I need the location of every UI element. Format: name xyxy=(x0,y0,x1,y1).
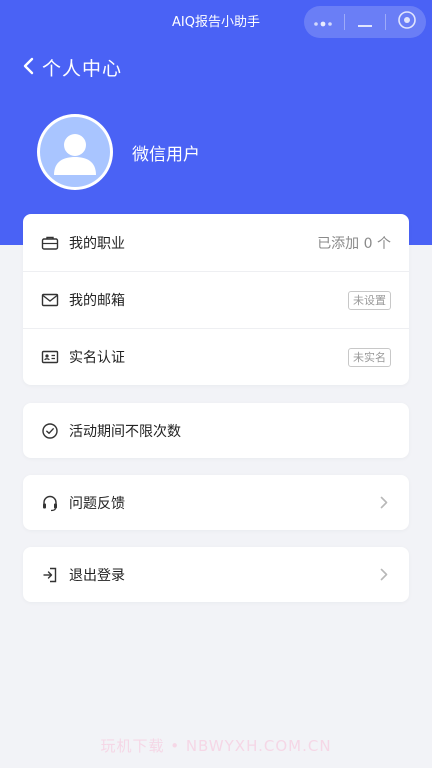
list-item-label: 我的职业 xyxy=(69,235,125,252)
info-card: 我的职业 已添加 0 个 我的邮箱 未设置 实名认证 未实名 xyxy=(23,214,409,385)
list-item-logout[interactable]: 退出登录 xyxy=(23,547,409,602)
list-item-email[interactable]: 我的邮箱 未设置 xyxy=(23,271,409,328)
back-navigation[interactable]: 个人中心 xyxy=(22,54,122,81)
check-circle-icon xyxy=(41,422,59,440)
more-dots-icon xyxy=(313,13,333,32)
status-badge: 未设置 xyxy=(348,290,391,310)
occupation-count: 已添加 0 个 xyxy=(317,235,391,252)
activity-card: 活动期间不限次数 xyxy=(23,403,409,458)
minimize-icon xyxy=(357,13,373,32)
chevron-right-icon xyxy=(377,568,391,582)
mini-program-capsule xyxy=(304,6,426,38)
list-item-label: 问题反馈 xyxy=(69,495,125,512)
close-circle-icon xyxy=(397,10,417,34)
capsule-divider xyxy=(385,14,387,30)
list-item-occupation[interactable]: 我的职业 已添加 0 个 xyxy=(23,214,409,271)
chevron-right-icon xyxy=(377,496,391,510)
list-item-activity: 活动期间不限次数 xyxy=(23,403,409,458)
more-button[interactable] xyxy=(305,6,341,38)
avatar[interactable] xyxy=(37,114,113,190)
list-item-label: 实名认证 xyxy=(69,350,125,366)
mail-icon xyxy=(41,291,59,309)
username: 微信用户 xyxy=(132,145,200,165)
briefcase-icon xyxy=(41,234,59,252)
list-item-feedback[interactable]: 问题反馈 xyxy=(23,475,409,530)
close-button[interactable] xyxy=(389,6,425,38)
headset-icon xyxy=(41,494,59,512)
chevron-left-icon xyxy=(22,57,34,79)
minimize-button[interactable] xyxy=(347,6,383,38)
feedback-card: 问题反馈 xyxy=(23,475,409,530)
status-badge: 未实名 xyxy=(348,347,391,367)
capsule-divider xyxy=(343,14,345,30)
list-item-verification[interactable]: 实名认证 未实名 xyxy=(23,328,409,385)
list-item-label: 我的邮箱 xyxy=(69,293,125,309)
page-title: 个人中心 xyxy=(42,58,123,80)
logout-card: 退出登录 xyxy=(23,547,409,602)
user-avatar-icon xyxy=(40,117,110,187)
watermark: 玩机下载 • NBWYXH.COM.CN xyxy=(100,737,332,755)
id-card-icon xyxy=(41,348,59,366)
logout-icon xyxy=(41,566,59,584)
list-item-label: 退出登录 xyxy=(69,567,125,584)
list-item-label: 活动期间不限次数 xyxy=(69,423,181,440)
